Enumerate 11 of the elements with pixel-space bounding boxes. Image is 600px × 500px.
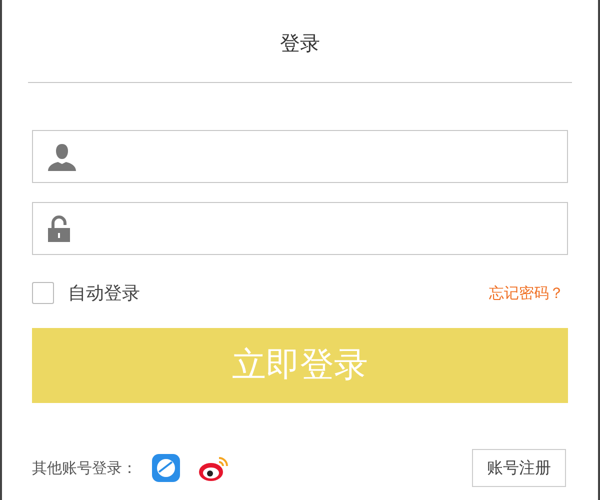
forgot-password-link[interactable]: 忘记密码？ (489, 282, 564, 304)
input-field[interactable] (32, 202, 568, 255)
person-icon (47, 142, 77, 172)
register-button[interactable]: 账号注册 (472, 449, 566, 487)
chat-app-icon[interactable] (151, 453, 181, 483)
other-login-label: 其他账号登录： (32, 458, 137, 479)
padlock-icon (47, 214, 71, 242)
input-field[interactable] (32, 130, 568, 183)
auto-login-checkbox[interactable] (32, 282, 54, 304)
dialog-title: 登录 (280, 30, 320, 57)
auto-login-label: 自动登录 (68, 282, 140, 306)
